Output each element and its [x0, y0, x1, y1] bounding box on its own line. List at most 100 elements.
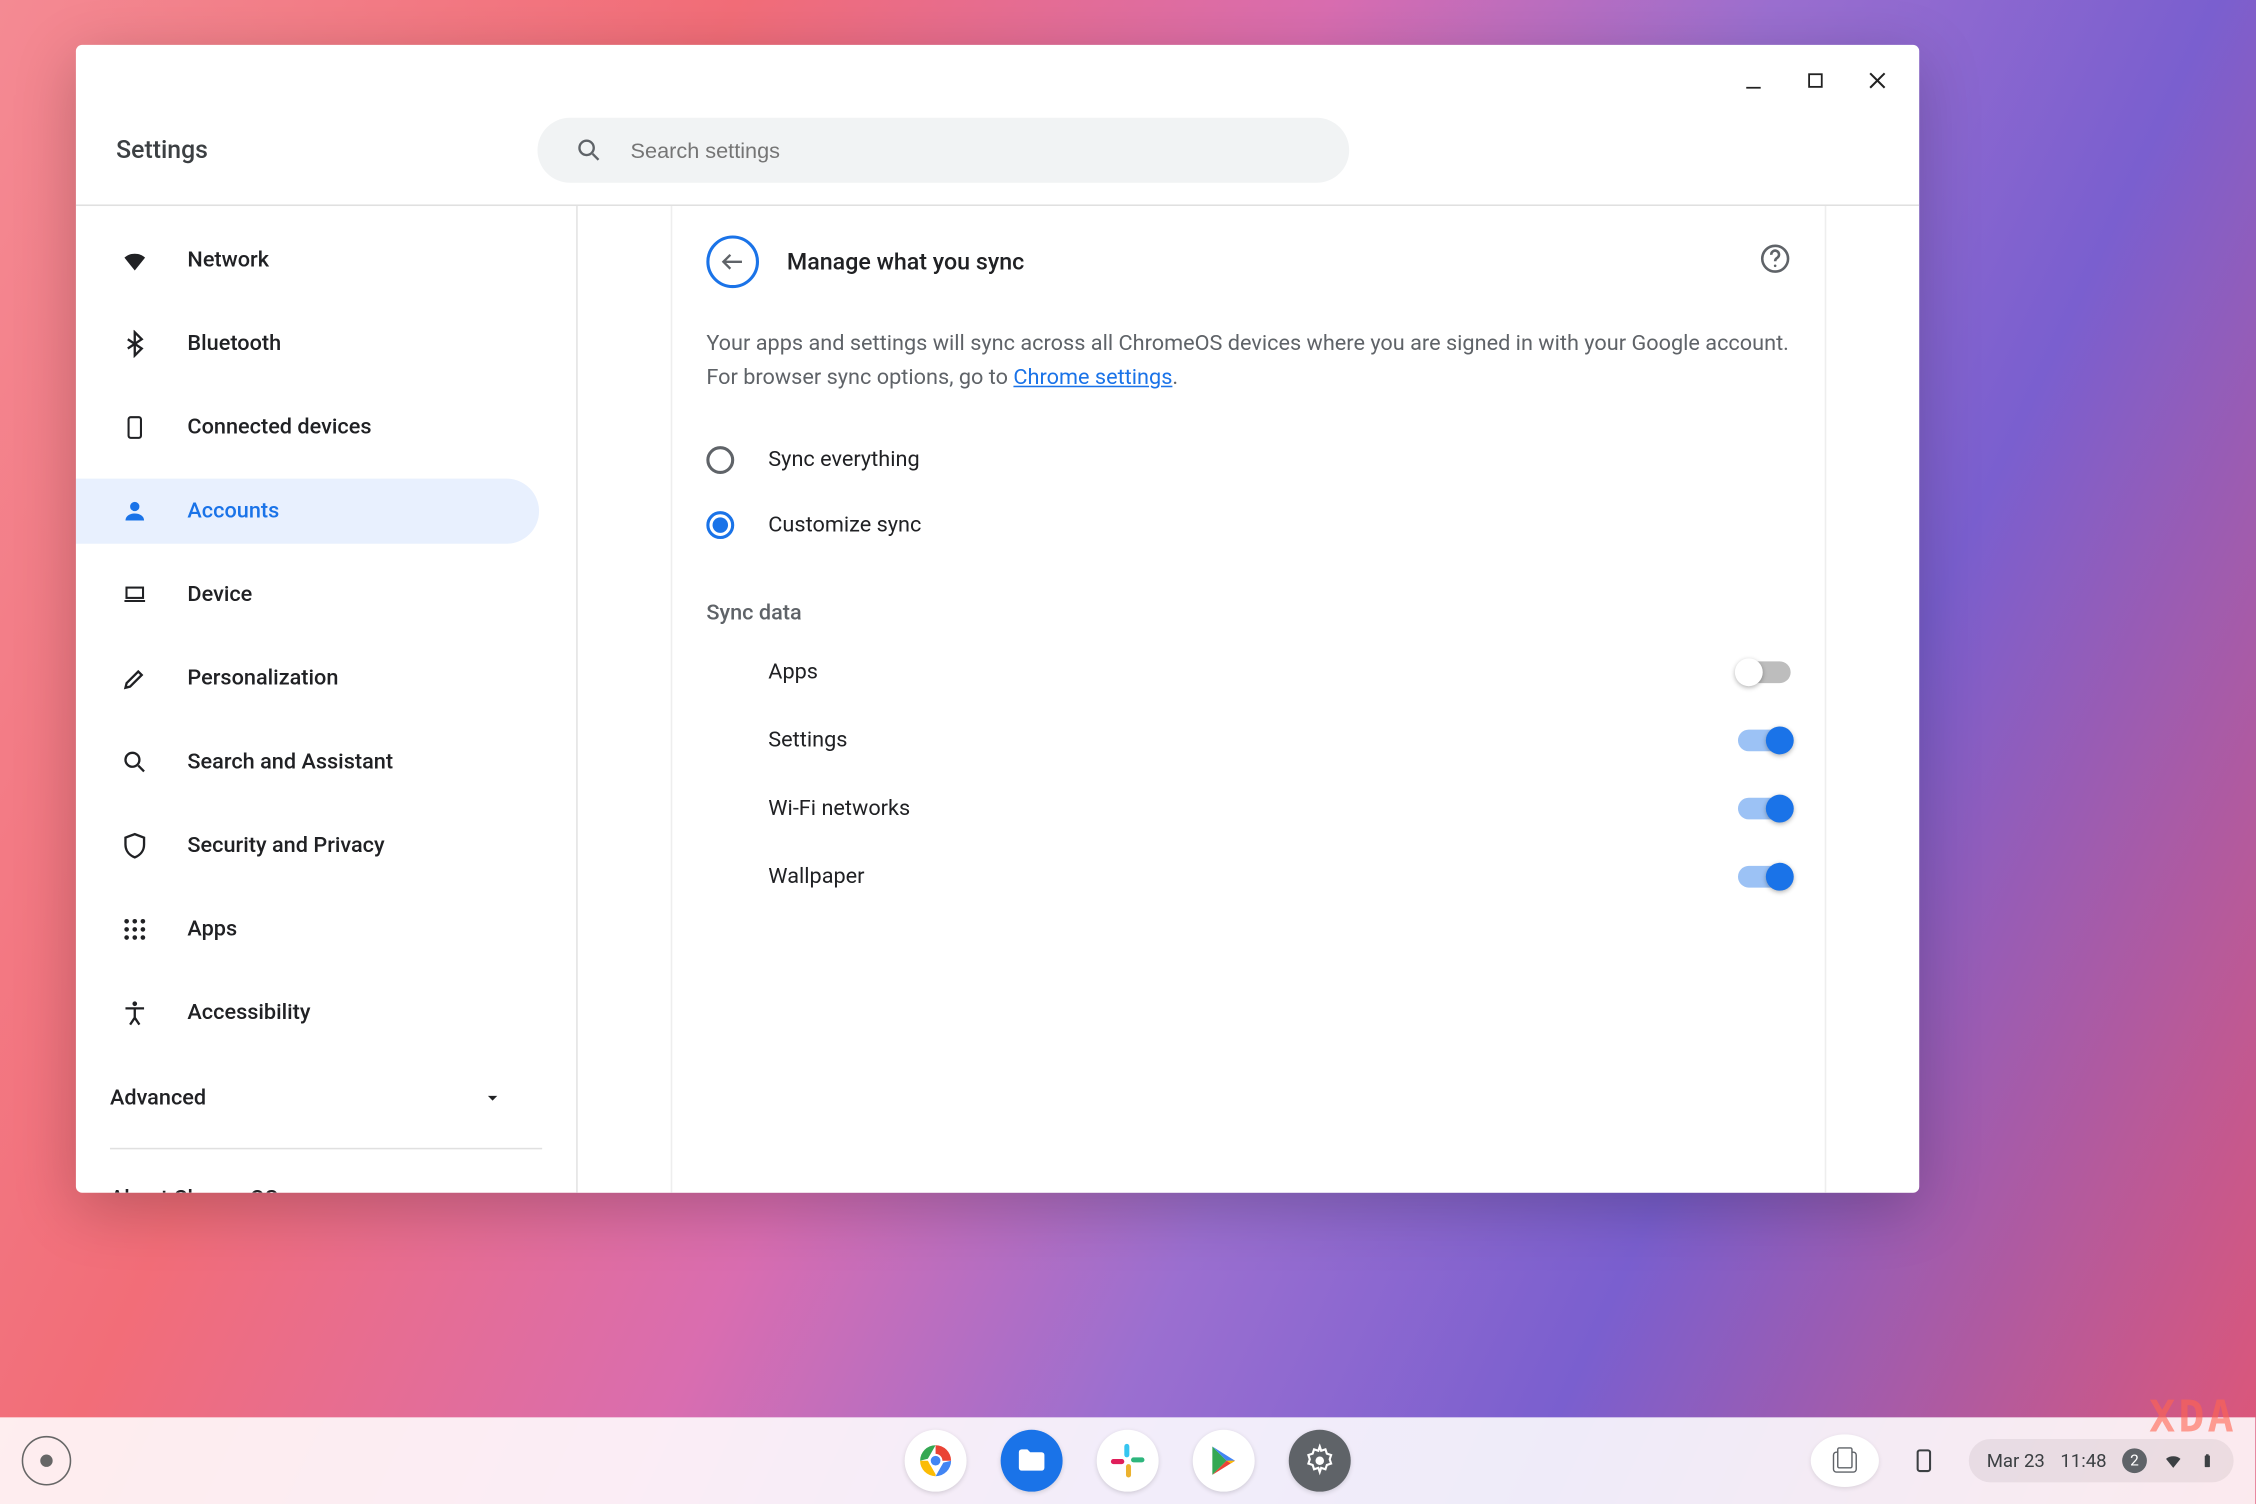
- person-icon: [119, 497, 150, 525]
- sidebar-item-label: Accessibility: [187, 1001, 310, 1026]
- status-tray[interactable]: Mar 23 11:48 2: [1968, 1439, 2234, 1482]
- maximize-button[interactable]: [1801, 67, 1829, 95]
- sidebar-item-network[interactable]: Network: [76, 228, 539, 293]
- sidebar-item-accounts[interactable]: Accounts: [76, 479, 539, 544]
- chrome-icon: [912, 1437, 958, 1483]
- tray-date: Mar 23: [1987, 1450, 2045, 1472]
- shelf-pinned-apps: [905, 1430, 1351, 1492]
- radio-label: Sync everything: [768, 447, 919, 472]
- sidebar-item-label: Accounts: [187, 499, 279, 524]
- sidebar-item-accessibility[interactable]: Accessibility: [76, 981, 539, 1046]
- help-button[interactable]: [1760, 243, 1791, 280]
- slack-icon: [1108, 1441, 1148, 1481]
- app-title: Settings: [116, 135, 208, 164]
- chevron-down-icon: [483, 1089, 502, 1108]
- sidebar-item-label: Search and Assistant: [187, 750, 393, 775]
- shelf-settings[interactable]: [1289, 1430, 1351, 1492]
- minimize-icon: [1743, 70, 1765, 92]
- search-icon: [119, 748, 150, 776]
- folder-icon: [1015, 1444, 1049, 1478]
- search-input[interactable]: [631, 137, 1312, 162]
- sidebar-item-label: Apps: [187, 917, 237, 942]
- battery-icon: [2200, 1448, 2215, 1473]
- laptop-icon: [119, 582, 150, 607]
- sidebar-item-label: Connected devices: [187, 415, 371, 440]
- close-icon: [1865, 68, 1890, 93]
- shelf-files[interactable]: [1001, 1430, 1063, 1492]
- sidebar-item-label: Security and Privacy: [187, 833, 384, 858]
- sidebar-item-connected-devices[interactable]: Connected devices: [76, 395, 539, 460]
- arrow-left-icon: [719, 248, 747, 276]
- sidebar-item-label: Personalization: [187, 666, 338, 691]
- launcher-icon: [40, 1455, 52, 1467]
- sidebar-item-security-privacy[interactable]: Security and Privacy: [76, 813, 539, 878]
- phone-icon: [1911, 1444, 1936, 1478]
- radio-customize-sync[interactable]: Customize sync: [706, 492, 1790, 557]
- close-button[interactable]: [1863, 67, 1891, 95]
- toggle-wifi-networks[interactable]: [1738, 797, 1791, 819]
- page-title: Manage what you sync: [787, 248, 1732, 276]
- toggle-row-apps: Apps: [706, 638, 1790, 706]
- help-icon: [1760, 243, 1791, 274]
- tray-time: 11:48: [2060, 1450, 2106, 1472]
- advanced-label: Advanced: [110, 1086, 206, 1111]
- brush-icon: [119, 665, 150, 693]
- sidebar-item-bluetooth[interactable]: Bluetooth: [76, 311, 539, 376]
- sidebar-divider: [110, 1148, 542, 1150]
- titlebar: [76, 45, 1919, 116]
- chrome-settings-link[interactable]: Chrome settings: [1013, 366, 1172, 391]
- phone-icon: [119, 414, 150, 442]
- sidebar-item-device[interactable]: Device: [76, 562, 539, 627]
- shelf-tote[interactable]: [1810, 1434, 1878, 1487]
- sync-settings-panel: Manage what you sync Your apps and setti…: [671, 206, 1827, 1193]
- watermark: XDA: [2149, 1391, 2237, 1442]
- back-button[interactable]: [706, 235, 759, 288]
- gear-icon: [1303, 1444, 1337, 1478]
- toggle-label: Settings: [768, 728, 847, 753]
- toggle-apps[interactable]: [1738, 661, 1791, 683]
- toggle-row-settings: Settings: [706, 706, 1790, 774]
- toggle-label: Wi-Fi networks: [768, 796, 910, 821]
- radio-icon: [706, 511, 734, 539]
- shield-icon: [119, 832, 150, 860]
- accessibility-icon: [119, 999, 150, 1027]
- notification-badge: 2: [2122, 1448, 2147, 1473]
- radio-icon: [706, 446, 734, 474]
- toggle-settings[interactable]: [1738, 729, 1791, 751]
- radio-label: Customize sync: [768, 512, 921, 537]
- toggle-row-wallpaper: Wallpaper: [706, 842, 1790, 910]
- sync-data-label: Sync data: [706, 601, 1790, 626]
- shelf-chrome[interactable]: [905, 1430, 967, 1492]
- sidebar-about-chromeos[interactable]: About ChromeOS: [76, 1165, 576, 1193]
- search-icon: [574, 134, 603, 165]
- wifi-icon: [119, 245, 150, 276]
- minimize-button[interactable]: [1740, 67, 1768, 95]
- sidebar-item-label: Bluetooth: [187, 331, 281, 356]
- shelf-slack[interactable]: [1097, 1430, 1159, 1492]
- sidebar-item-label: Device: [187, 582, 252, 607]
- settings-header: Settings: [76, 116, 1919, 206]
- apps-grid-icon: [119, 915, 150, 943]
- sidebar-item-personalization[interactable]: Personalization: [76, 646, 539, 711]
- radio-sync-everything[interactable]: Sync everything: [706, 427, 1790, 492]
- toggle-label: Apps: [768, 660, 818, 685]
- settings-window: Settings Network Bluetooth Connected dev…: [76, 45, 1919, 1193]
- toggle-wallpaper[interactable]: [1738, 866, 1791, 888]
- sidebar-item-apps[interactable]: Apps: [76, 897, 539, 962]
- toggle-label: Wallpaper: [768, 864, 864, 889]
- launcher-button[interactable]: [22, 1436, 72, 1486]
- tote-icon: [1827, 1444, 1861, 1478]
- sidebar-item-label: Network: [187, 248, 269, 273]
- wifi-icon: [2162, 1450, 2184, 1472]
- shelf-play-store[interactable]: [1193, 1430, 1255, 1492]
- about-label: About ChromeOS: [110, 1187, 278, 1193]
- play-store-icon: [1207, 1444, 1241, 1478]
- sidebar-advanced[interactable]: Advanced: [76, 1064, 576, 1132]
- shelf-phone-hub[interactable]: [1897, 1434, 1950, 1487]
- sidebar-item-search-assistant[interactable]: Search and Assistant: [76, 730, 539, 795]
- toggle-row-wifi: Wi-Fi networks: [706, 774, 1790, 842]
- sync-description: Your apps and settings will sync across …: [706, 327, 1790, 396]
- sidebar: Network Bluetooth Connected devices Acco…: [76, 206, 578, 1193]
- bluetooth-icon: [119, 330, 150, 358]
- search-bar[interactable]: [537, 117, 1349, 182]
